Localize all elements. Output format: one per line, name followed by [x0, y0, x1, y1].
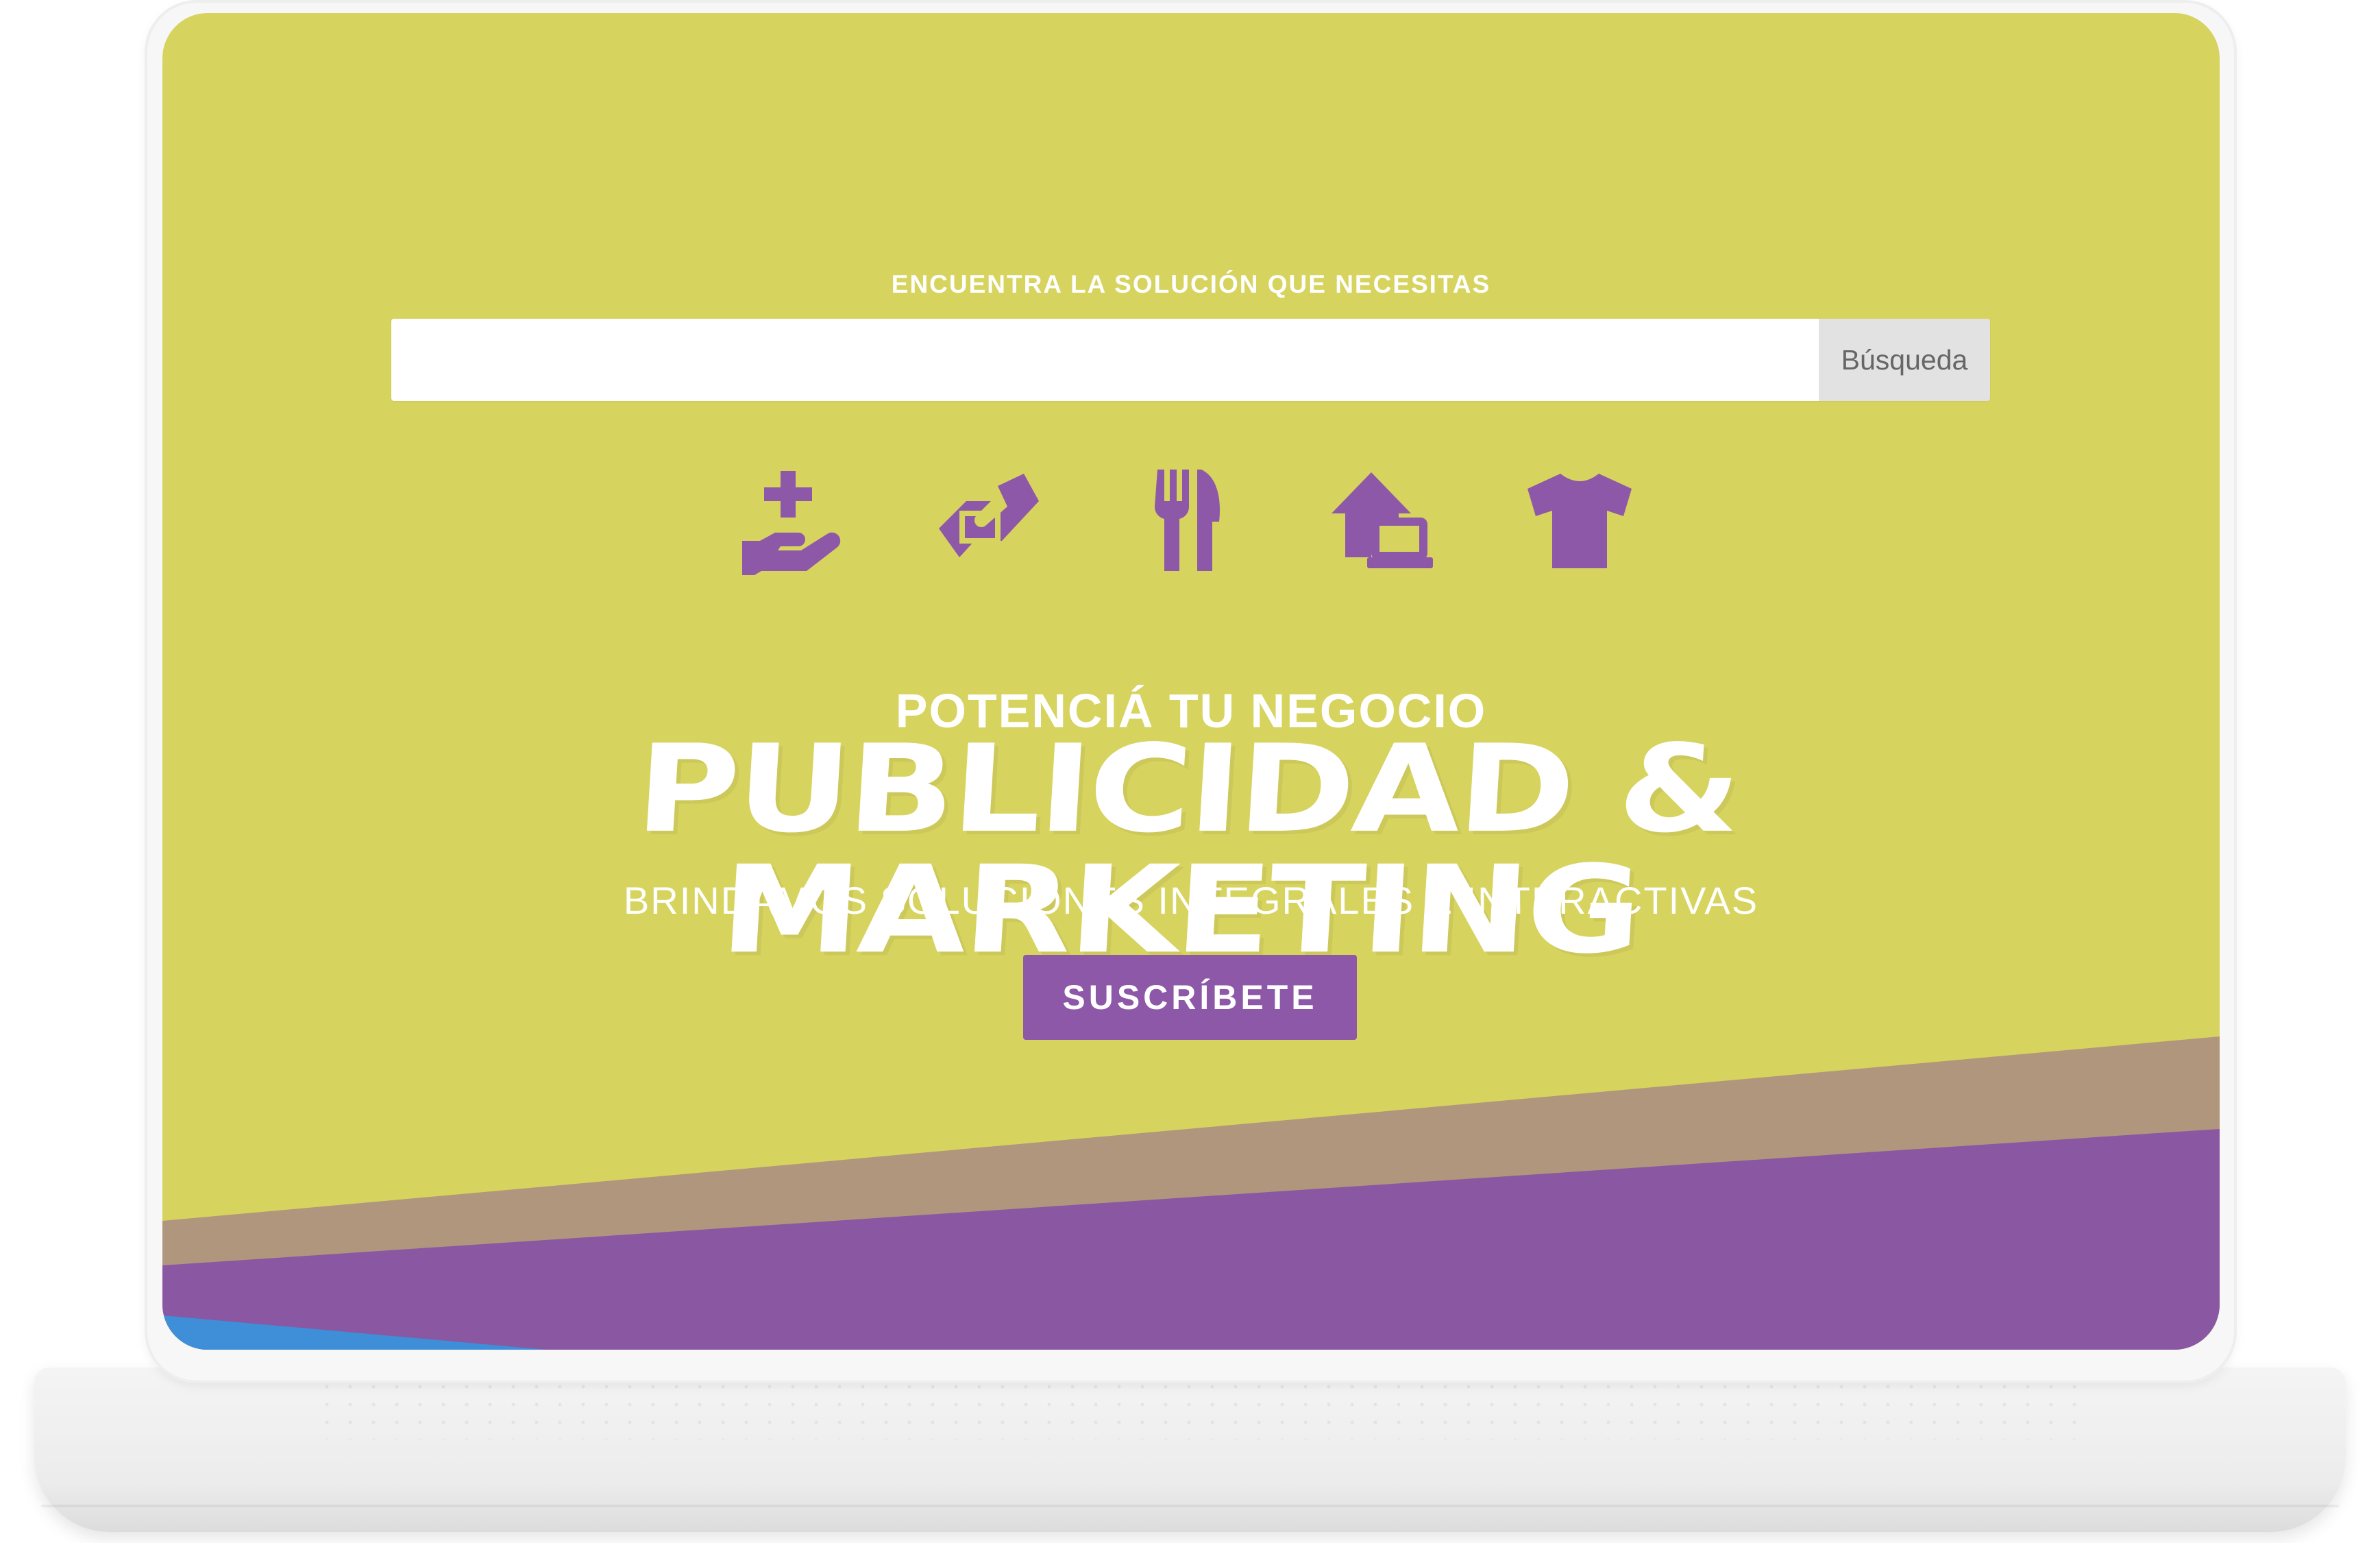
search-bar: Búsqueda [391, 319, 1990, 401]
decorative-bands [162, 1036, 2220, 1350]
laptop-base-edge [41, 1505, 2339, 1507]
category-icons [162, 465, 2220, 575]
laptop-screen: ENCUENTRA LA SOLUCIÓN QUE NECESITAS Búsq… [162, 13, 2220, 1350]
laptop-keyboard [315, 1378, 2076, 1439]
utensils-icon[interactable] [1130, 465, 1240, 575]
subscribe-button[interactable]: SUSCRÍBETE [1023, 955, 1357, 1040]
search-input[interactable] [391, 319, 1819, 401]
hero-headline: PUBLICIDAD & MARKETING [632, 719, 1743, 981]
handshake-icon[interactable] [933, 465, 1043, 575]
search-label: ENCUENTRA LA SOLUCIÓN QUE NECESITAS [891, 270, 1491, 298]
home-laptop-icon[interactable] [1327, 465, 1437, 575]
tshirt-icon[interactable] [1525, 465, 1634, 575]
laptop-mockup: ENCUENTRA LA SOLUCIÓN QUE NECESITAS Búsq… [0, 0, 2380, 1543]
hero-subtitle: BRINDAMOS SOLUCIONES INTEGRALES E INTERA… [623, 879, 1759, 922]
hand-holding-medical-icon[interactable] [738, 465, 848, 575]
search-button[interactable]: Búsqueda [1819, 319, 1990, 401]
